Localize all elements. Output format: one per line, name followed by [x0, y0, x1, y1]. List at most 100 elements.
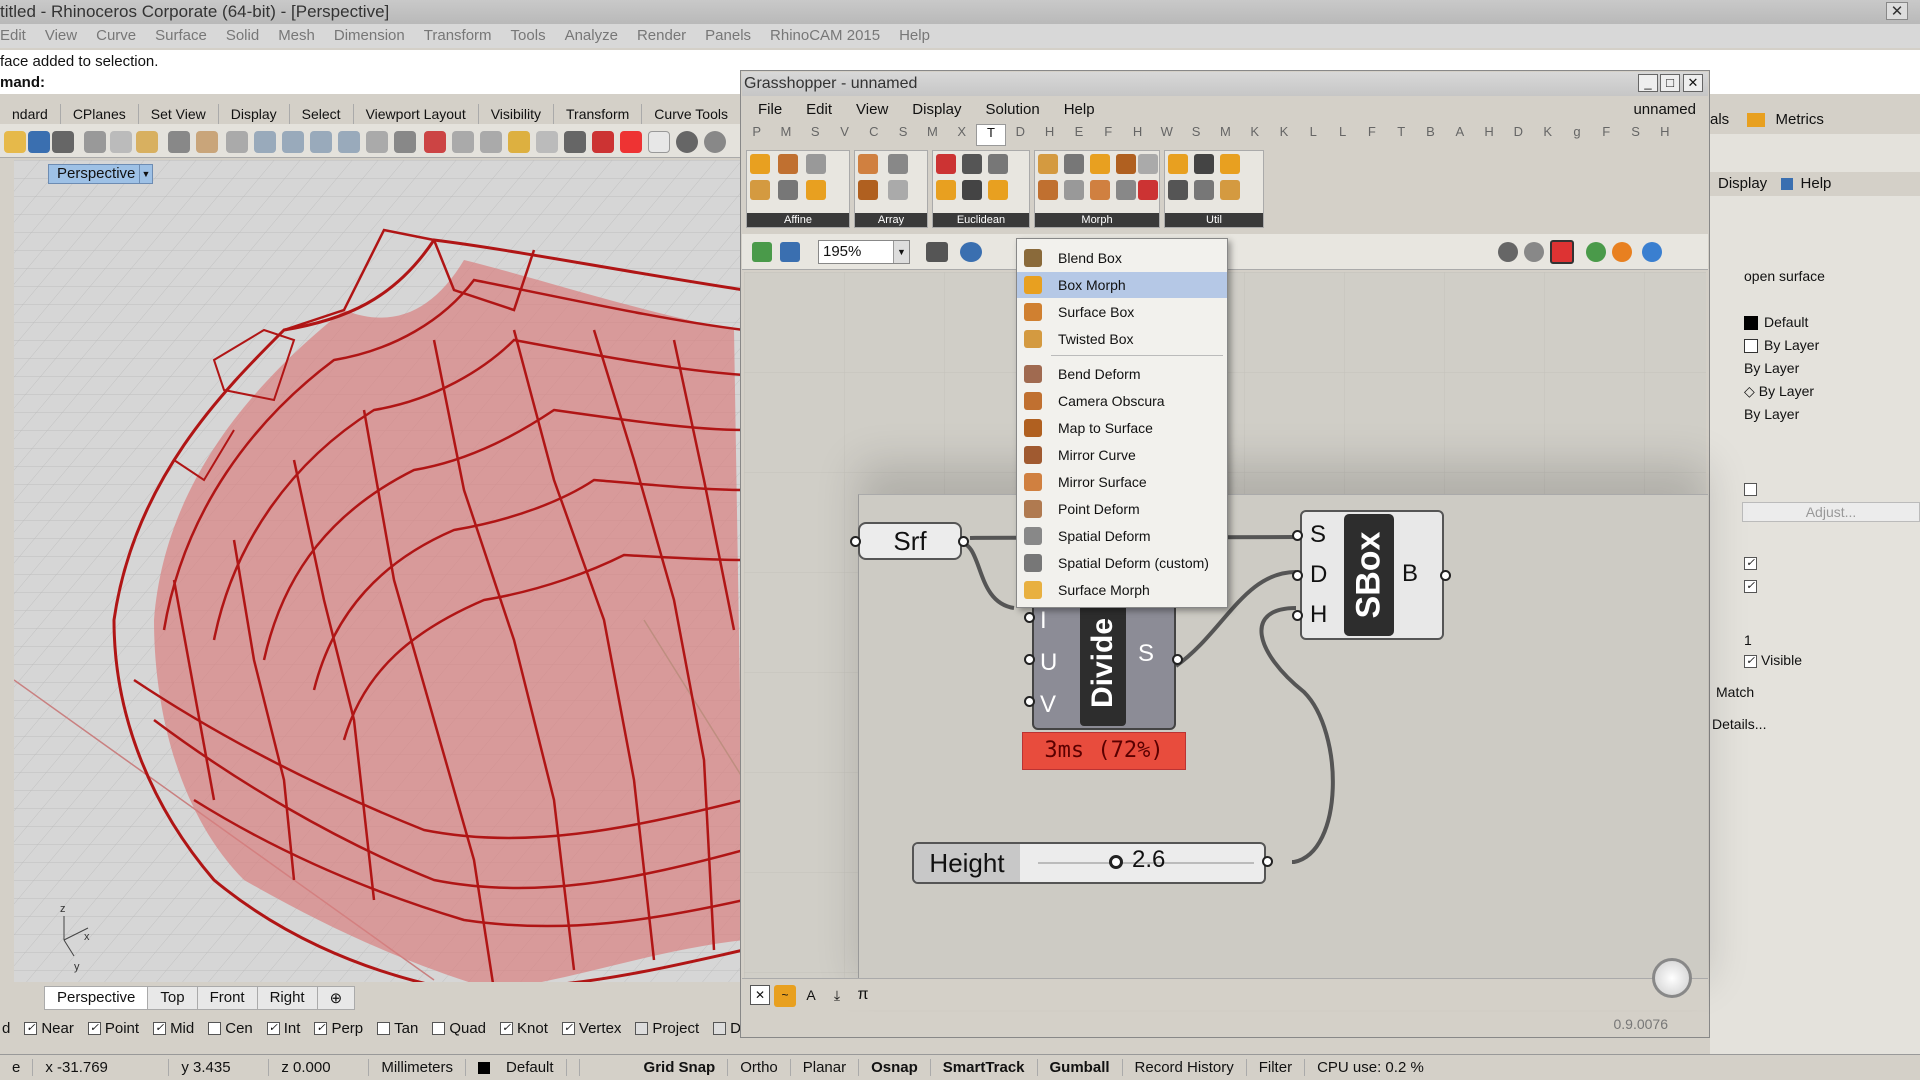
gh-category-tab[interactable]: S [1621, 124, 1650, 146]
status-ortho[interactable]: Ortho [728, 1059, 791, 1076]
menu-item-box-morph[interactable]: Box Morph [1017, 272, 1227, 298]
gh-minimize-button[interactable]: _ [1638, 74, 1658, 92]
divide-port-u[interactable] [1024, 654, 1035, 665]
tab-set-view[interactable]: Set View [139, 104, 219, 124]
paste-icon[interactable] [136, 131, 158, 153]
gh-component-icon[interactable] [1090, 180, 1110, 200]
menu-dimension[interactable]: Dimension [334, 27, 405, 48]
status-gumball[interactable]: Gumball [1038, 1059, 1123, 1076]
gh-category-tab[interactable]: K [1533, 124, 1562, 146]
tab-viewport-layout[interactable]: Viewport Layout [354, 104, 479, 124]
gh-category-tab[interactable]: A [1445, 124, 1474, 146]
zoom-combo[interactable]: 195% ▼ [818, 240, 910, 264]
sbox-port-h[interactable] [1292, 610, 1303, 621]
viewport-menu-arrow-icon[interactable]: ▼ [139, 164, 153, 184]
open-file-icon[interactable] [752, 242, 772, 262]
menu-help[interactable]: Help [899, 27, 930, 48]
gh-component-icon[interactable] [806, 154, 826, 174]
gh-category-tab[interactable]: C [859, 124, 888, 146]
gh-category-tab[interactable]: K [1269, 124, 1298, 146]
navigation-compass-icon[interactable] [1652, 958, 1692, 998]
status-filter[interactable]: Filter [1247, 1059, 1306, 1076]
color-wheel-icon[interactable] [620, 131, 642, 153]
point-icon[interactable] [508, 131, 530, 153]
rhino-close-button[interactable]: ✕ [1886, 2, 1908, 20]
gh-component-icon[interactable] [962, 154, 982, 174]
gh-category-tab[interactable]: W [1152, 124, 1181, 146]
status-layer[interactable]: Default [466, 1059, 580, 1076]
panel-tab-metrics[interactable]: Metrics [1776, 111, 1824, 128]
gh-category-tab[interactable]: S [1181, 124, 1210, 146]
gh-category-tab[interactable]: D [1006, 124, 1035, 146]
left-toolbar[interactable] [0, 158, 14, 1018]
viewport-tab-front[interactable]: Front [196, 986, 258, 1010]
gh-menu-display[interactable]: Display [912, 101, 961, 122]
zoom-extents-icon[interactable] [926, 242, 948, 262]
osnap-tan[interactable]: Tan [377, 1020, 418, 1037]
gh-menu-help[interactable]: Help [1064, 101, 1095, 122]
menu-panels[interactable]: Panels [705, 27, 751, 48]
prop-print-color[interactable]: ◇ By Layer [1744, 383, 1814, 400]
viewport-tab-top[interactable]: Top [147, 986, 198, 1010]
prop-checkbox-3[interactable]: ✓ [1744, 577, 1761, 593]
status-planar[interactable]: Planar [791, 1059, 860, 1076]
slider-knob[interactable] [1108, 855, 1123, 869]
gh-category-tab[interactable]: X [947, 124, 976, 146]
panel-tab-display[interactable]: Display [1718, 175, 1767, 192]
srf-output-port[interactable] [958, 536, 969, 547]
menu-tools[interactable]: Tools [511, 27, 546, 48]
selected-preview-icon[interactable] [1550, 240, 1574, 264]
menu-item-surface-box[interactable]: Surface Box [1017, 299, 1227, 325]
sbox-port-s[interactable] [1292, 530, 1303, 541]
prop-checkbox-2[interactable]: ✓ [1744, 554, 1761, 570]
status-grid-snap[interactable]: Grid Snap [632, 1059, 729, 1076]
srf-input-port[interactable] [850, 536, 861, 547]
osnap-mid[interactable]: ✓ Mid [153, 1020, 194, 1037]
tab-curve-tools[interactable]: Curve Tools [642, 104, 741, 124]
layer-icon[interactable] [592, 131, 614, 153]
gh-category-tab[interactable]: F [1592, 124, 1621, 146]
gh-category-tab[interactable]: S [801, 124, 830, 146]
menu-item-camera-obscura[interactable]: Camera Obscura [1017, 388, 1227, 414]
viewport-tab-add-icon[interactable]: ⊕ [316, 986, 356, 1010]
circle-icon[interactable] [480, 131, 502, 153]
gh-component-icon[interactable] [778, 154, 798, 174]
gh-component-icon[interactable] [936, 180, 956, 200]
sbox-port-d[interactable] [1292, 570, 1303, 581]
gh-category-tab[interactable]: T [976, 124, 1006, 146]
menu-item-spatial-deform-custom[interactable]: Spatial Deform (custom) [1017, 550, 1227, 576]
gh-category-tab[interactable]: F [1094, 124, 1123, 146]
gh-component-icon[interactable] [1064, 180, 1084, 200]
save-file-icon[interactable] [780, 242, 800, 262]
menu-view[interactable]: View [45, 27, 77, 48]
osnap-near[interactable]: ✓ Near [24, 1020, 74, 1037]
gh-component-icon[interactable] [1038, 154, 1058, 174]
gh-category-tab[interactable]: L [1299, 124, 1328, 146]
gh-menu-view[interactable]: View [856, 101, 888, 122]
material-icon[interactable] [648, 131, 670, 153]
gh-category-tab[interactable]: E [1064, 124, 1093, 146]
gh-category-tab[interactable]: M [1211, 124, 1240, 146]
osnap-knot[interactable]: ✓ Knot [500, 1020, 548, 1037]
menu-item-map-to-surface[interactable]: Map to Surface [1017, 415, 1227, 441]
osnap-project[interactable]: Project [635, 1020, 699, 1037]
prop-layer[interactable]: Default [1744, 314, 1808, 331]
zoom-dropdown-icon[interactable]: ▼ [893, 241, 909, 263]
gh-component-icon[interactable] [1168, 154, 1188, 174]
gh-component-icon[interactable] [936, 154, 956, 174]
gh-component-icon[interactable] [988, 154, 1008, 174]
select-icon[interactable] [452, 131, 474, 153]
tab-cplanes[interactable]: CPlanes [61, 104, 139, 124]
menu-render[interactable]: Render [637, 27, 686, 48]
menu-item-spatial-deform[interactable]: Spatial Deform [1017, 523, 1227, 549]
viewport-tab-perspective[interactable]: Perspective [44, 986, 149, 1010]
status-units[interactable]: Millimeters [369, 1059, 467, 1076]
pi-icon[interactable]: π [852, 985, 874, 1007]
copy-icon[interactable] [110, 131, 132, 153]
group-label-array[interactable]: Array [855, 213, 927, 227]
menu-curve[interactable]: Curve [96, 27, 136, 48]
gh-component-icon[interactable] [806, 180, 826, 200]
text-icon[interactable]: A [800, 985, 822, 1007]
gh-component-icon[interactable] [1138, 180, 1158, 200]
perspective-viewport[interactable]: x y z [14, 160, 744, 982]
